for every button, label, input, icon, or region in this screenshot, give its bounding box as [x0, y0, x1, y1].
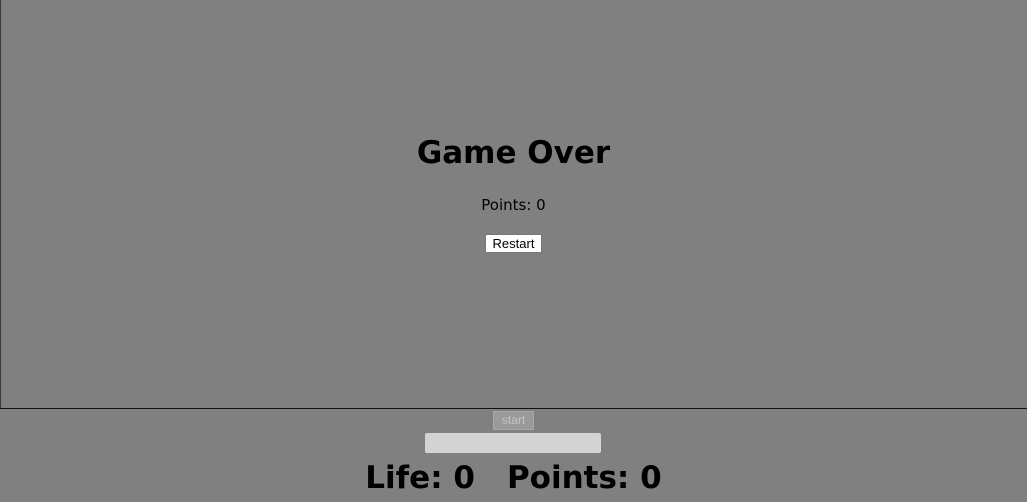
restart-button[interactable]: Restart — [485, 234, 542, 253]
game-over-panel: Game Over Points: 0 Restart — [0, 0, 1027, 408]
play-area-divider — [0, 408, 1027, 409]
game-stage: Game Over Points: 0 Restart start Life: … — [0, 0, 1027, 502]
input-bar — [425, 433, 601, 453]
status-hud: Life: 0 Points: 0 — [0, 457, 1027, 499]
game-over-title: Game Over — [416, 135, 611, 171]
points-counter: Points: 0 — [506, 460, 662, 496]
final-points-text: Points: 0 — [481, 196, 546, 214]
life-counter: Life: 0 — [365, 460, 475, 496]
start-button[interactable]: start — [493, 411, 534, 430]
